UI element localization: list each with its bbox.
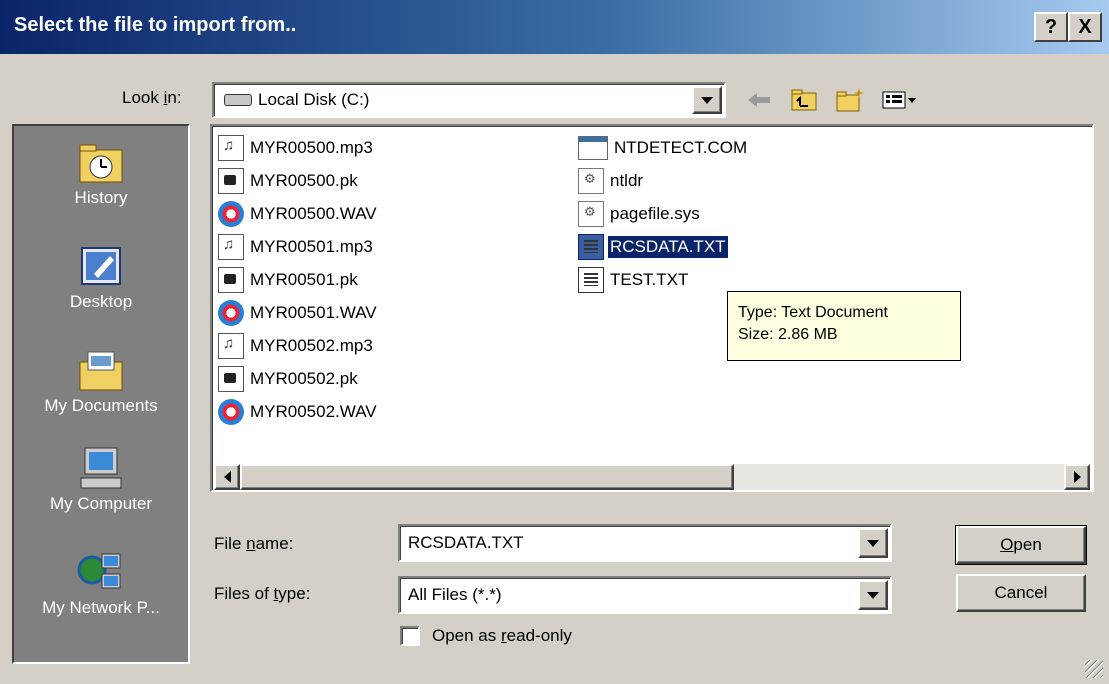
places-my-computer[interactable]: My Computer xyxy=(14,446,188,514)
title-bar: Select the file to import from.. ? X xyxy=(0,0,1109,56)
file-name: RCSDATA.TXT xyxy=(607,235,729,259)
desktop-icon xyxy=(76,244,126,288)
file-item[interactable]: MYR00500.pk xyxy=(218,167,360,195)
up-folder-icon[interactable] xyxy=(788,86,820,114)
wav-file-icon xyxy=(218,399,244,425)
read-only-checkbox[interactable] xyxy=(400,626,420,646)
back-icon[interactable] xyxy=(744,86,776,114)
tooltip-size: Size: 2.86 MB xyxy=(738,326,838,343)
look-in-label: Look in: xyxy=(122,88,182,107)
file-name: MYR00502.WAV xyxy=(250,402,377,421)
chevron-down-icon xyxy=(867,539,879,547)
new-folder-icon[interactable] xyxy=(834,86,866,114)
file-item[interactable]: TEST.TXT xyxy=(578,266,690,294)
chevron-right-icon xyxy=(1073,471,1081,483)
places-label: My Computer xyxy=(49,494,153,513)
open-button-label: Open xyxy=(1000,535,1042,554)
chevron-down-icon xyxy=(867,591,879,599)
look-in-combo[interactable]: Local Disk (C:) xyxy=(212,82,726,118)
sys-file-icon xyxy=(578,168,604,194)
cancel-button[interactable]: Cancel xyxy=(956,574,1086,612)
places-label: Desktop xyxy=(69,292,133,311)
file-name-combo[interactable]: RCSDATA.TXT xyxy=(398,524,892,562)
file-name-dropdown-button[interactable] xyxy=(858,528,888,558)
sys-file-icon xyxy=(578,201,604,227)
txt-file-icon xyxy=(578,234,604,260)
file-item[interactable]: RCSDATA.TXT xyxy=(578,233,729,261)
horizontal-scrollbar[interactable] xyxy=(214,464,1090,490)
file-name-input[interactable]: RCSDATA.TXT xyxy=(408,533,524,553)
scroll-thumb[interactable] xyxy=(240,464,734,490)
file-item[interactable]: MYR00501.mp3 xyxy=(218,233,375,261)
mp3-file-icon xyxy=(218,333,244,359)
window-title: Select the file to import from.. xyxy=(14,14,297,36)
my-network-places-icon xyxy=(76,550,126,594)
file-name: MYR00501.mp3 xyxy=(250,237,373,256)
read-only-label[interactable]: Open as read-only xyxy=(432,626,572,646)
resize-grip[interactable] xyxy=(1085,660,1103,678)
file-type-combo[interactable]: All Files (*.*) xyxy=(398,576,892,614)
file-item[interactable]: MYR00502.WAV xyxy=(218,398,379,426)
txt-file-icon xyxy=(578,267,604,293)
file-name: MYR00500.WAV xyxy=(250,204,377,223)
file-name: MYR00501.WAV xyxy=(250,303,377,322)
scroll-left-button[interactable] xyxy=(214,464,240,490)
file-name: pagefile.sys xyxy=(610,204,700,223)
places-history[interactable]: History xyxy=(14,140,188,208)
chevron-left-icon xyxy=(223,471,231,483)
help-button[interactable]: ? xyxy=(1034,12,1068,42)
my-documents-icon xyxy=(76,348,126,392)
file-item[interactable]: pagefile.sys xyxy=(578,200,702,228)
places-label: My Network P... xyxy=(42,598,160,617)
file-name: MYR00500.pk xyxy=(250,171,358,190)
places-label: My Documents xyxy=(44,396,158,415)
file-tooltip: Type: Text Document Size: 2.86 MB xyxy=(727,291,961,361)
look-in-value: Local Disk (C:) xyxy=(258,90,370,109)
file-item[interactable]: MYR00502.mp3 xyxy=(218,332,375,360)
mp3-file-icon xyxy=(218,135,244,161)
scroll-right-button[interactable] xyxy=(1064,464,1090,490)
file-name: NTDETECT.COM xyxy=(614,138,748,157)
pk-file-icon xyxy=(218,267,244,293)
file-name: MYR00502.mp3 xyxy=(250,336,373,355)
open-button[interactable]: Open xyxy=(955,525,1087,565)
file-list[interactable]: MYR00500.mp3 MYR00500.pk MYR00500.WAV MYR00… xyxy=(210,124,1094,492)
close-button[interactable]: X xyxy=(1068,12,1102,42)
file-item[interactable]: ntldr xyxy=(578,167,645,195)
file-item[interactable]: MYR00501.pk xyxy=(218,266,360,294)
file-name: MYR00501.pk xyxy=(250,270,358,289)
file-name-label: File name: xyxy=(214,534,294,553)
cancel-button-label: Cancel xyxy=(994,583,1048,602)
file-type-value: All Files (*.*) xyxy=(408,585,502,604)
tooltip-type: Type: Text Document xyxy=(738,304,888,321)
com-file-icon xyxy=(578,136,608,160)
wav-file-icon xyxy=(218,300,244,326)
file-name: ntldr xyxy=(610,171,644,190)
places-my-network[interactable]: My Network P... xyxy=(14,550,188,618)
places-my-documents[interactable]: My Documents xyxy=(14,348,188,416)
my-computer-icon xyxy=(76,446,126,490)
drive-icon xyxy=(224,94,252,106)
file-item[interactable]: MYR00500.WAV xyxy=(218,200,379,228)
places-bar: History Desktop My Documents My Computer… xyxy=(12,124,190,664)
places-label: History xyxy=(74,188,128,207)
file-name: MYR00502.pk xyxy=(250,369,358,388)
wav-file-icon xyxy=(218,201,244,227)
file-item[interactable]: NTDETECT.COM xyxy=(578,134,749,162)
file-name: TEST.TXT xyxy=(610,270,689,289)
chevron-down-icon xyxy=(701,96,713,104)
view-menu-icon[interactable] xyxy=(880,86,920,114)
pk-file-icon xyxy=(218,366,244,392)
pk-file-icon xyxy=(218,168,244,194)
file-type-label: Files of type: xyxy=(214,584,311,603)
look-in-dropdown-button[interactable] xyxy=(692,86,722,114)
file-name: MYR00500.mp3 xyxy=(250,138,373,157)
file-type-dropdown-button[interactable] xyxy=(858,580,888,610)
file-item[interactable]: MYR00500.mp3 xyxy=(218,134,375,162)
file-item[interactable]: MYR00502.pk xyxy=(218,365,360,393)
history-icon xyxy=(76,140,126,184)
mp3-file-icon xyxy=(218,234,244,260)
file-item[interactable]: MYR00501.WAV xyxy=(218,299,379,327)
places-desktop[interactable]: Desktop xyxy=(14,244,188,312)
